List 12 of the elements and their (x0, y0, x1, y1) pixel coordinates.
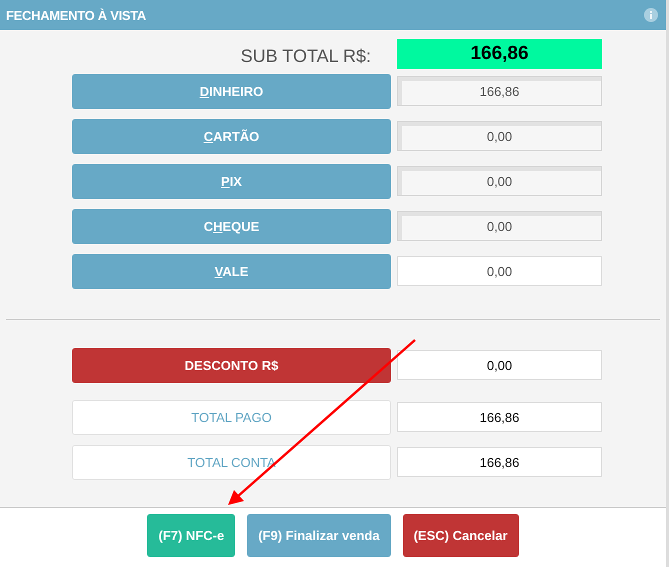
cancel-button[interactable]: (ESC) Cancelar (402, 514, 518, 557)
subtotal-label: SUB TOTAL R$: (240, 45, 372, 68)
info-icon[interactable] (644, 8, 658, 22)
subtotal-value: 166,86 (397, 39, 602, 69)
window-title: FECHAMENTO À VISTA (6, 8, 146, 22)
amount-field[interactable]: 166,86 (397, 447, 602, 477)
discount-button[interactable]: DESCONTO R$ (72, 348, 391, 383)
amount-field[interactable]: 0,00 (397, 350, 602, 380)
total-label: TOTAL PAGO (72, 400, 391, 435)
amount-field[interactable]: 166,86 (397, 402, 602, 432)
total-label: TOTAL CONTA (72, 445, 391, 480)
amount-field[interactable]: 0,00 (397, 256, 602, 286)
